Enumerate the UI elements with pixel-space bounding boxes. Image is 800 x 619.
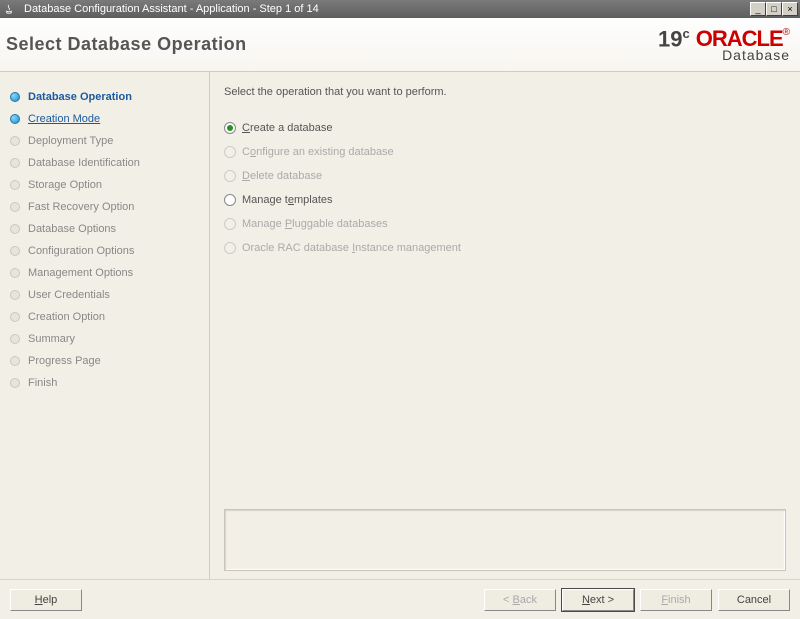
step-bullet-icon [10, 136, 20, 146]
radio-icon [224, 146, 236, 158]
step-bullet-icon [10, 158, 20, 168]
step-11: Summary [6, 328, 203, 350]
titlebar: Database Configuration Assistant - Appli… [0, 0, 800, 18]
step-bullet-icon [10, 246, 20, 256]
radio-icon [224, 170, 236, 182]
option-label: Create a database [242, 122, 333, 134]
option-label: Delete database [242, 170, 322, 182]
registered-icon: ® [783, 27, 790, 38]
help-button[interactable]: Help [10, 589, 82, 611]
step-label: Finish [28, 377, 57, 389]
step-5: Fast Recovery Option [6, 196, 203, 218]
message-area [224, 509, 786, 571]
oracle-logo: 19c ORACLE® Database [658, 27, 790, 62]
step-10: Creation Option [6, 306, 203, 328]
step-bullet-icon [10, 378, 20, 388]
step-label: User Credentials [28, 289, 110, 301]
radio-icon [224, 242, 236, 254]
step-2: Deployment Type [6, 130, 203, 152]
version-number: 19 [658, 26, 682, 51]
step-9: User Credentials [6, 284, 203, 306]
step-7: Configuration Options [6, 240, 203, 262]
step-bullet-icon [10, 202, 20, 212]
window-controls: _ □ × [750, 2, 798, 16]
footer: Help < Back Next > Finish Cancel [0, 579, 800, 619]
step-label: Management Options [28, 267, 133, 279]
operation-option-4: Manage Pluggable databases [224, 212, 786, 236]
step-label: Configuration Options [28, 245, 134, 257]
step-label: Storage Option [28, 179, 102, 191]
step-bullet-icon [10, 92, 20, 102]
maximize-button[interactable]: □ [766, 2, 782, 16]
step-4: Storage Option [6, 174, 203, 196]
step-bullet-icon [10, 114, 20, 124]
next-button[interactable]: Next > [562, 589, 634, 611]
java-icon [2, 2, 16, 16]
step-bullet-icon [10, 180, 20, 190]
step-bullet-icon [10, 312, 20, 322]
step-bullet-icon [10, 356, 20, 366]
back-button[interactable]: < Back [484, 589, 556, 611]
content-pane: Select the operation that you want to pe… [210, 72, 800, 579]
option-label: Configure an existing database [242, 146, 394, 158]
page-title: Select Database Operation [6, 34, 247, 55]
radio-icon [224, 122, 236, 134]
step-label: Summary [28, 333, 75, 345]
step-bullet-icon [10, 334, 20, 344]
step-label: Creation Option [28, 311, 105, 323]
step-label: Progress Page [28, 355, 101, 367]
step-bullet-icon [10, 268, 20, 278]
option-label: Oracle RAC database Instance management [242, 242, 461, 254]
instruction-text: Select the operation that you want to pe… [224, 86, 786, 98]
operation-option-3[interactable]: Manage templates [224, 188, 786, 212]
header-banner: Select Database Operation 19c ORACLE® Da… [0, 18, 800, 72]
operation-option-5: Oracle RAC database Instance management [224, 236, 786, 260]
operation-option-0[interactable]: Create a database [224, 116, 786, 140]
option-label: Manage templates [242, 194, 333, 206]
cancel-button[interactable]: Cancel [718, 589, 790, 611]
step-label: Fast Recovery Option [28, 201, 134, 213]
step-1[interactable]: Creation Mode [6, 108, 203, 130]
version-suffix: c [683, 26, 690, 41]
step-0: Database Operation [6, 86, 203, 108]
radio-icon [224, 194, 236, 206]
step-8: Management Options [6, 262, 203, 284]
step-label: Deployment Type [28, 135, 113, 147]
minimize-button[interactable]: _ [750, 2, 766, 16]
window-title: Database Configuration Assistant - Appli… [20, 3, 750, 15]
step-13: Finish [6, 372, 203, 394]
step-6: Database Options [6, 218, 203, 240]
step-bullet-icon [10, 224, 20, 234]
step-label: Database Operation [28, 91, 132, 103]
step-3: Database Identification [6, 152, 203, 174]
operation-option-1: Configure an existing database [224, 140, 786, 164]
finish-button[interactable]: Finish [640, 589, 712, 611]
operation-option-2: Delete database [224, 164, 786, 188]
radio-icon [224, 218, 236, 230]
option-label: Manage Pluggable databases [242, 218, 388, 230]
main-area: Database Operation Creation Mode Deploymen… [0, 72, 800, 579]
step-bullet-icon [10, 290, 20, 300]
step-label: Database Identification [28, 157, 140, 169]
step-label: Database Options [28, 223, 116, 235]
step-12: Progress Page [6, 350, 203, 372]
step-label: Creation Mode [28, 113, 100, 125]
close-button[interactable]: × [782, 2, 798, 16]
sidebar: Database Operation Creation Mode Deploymen… [0, 72, 210, 579]
operation-options: Create a database Configure an existing d… [224, 116, 786, 509]
